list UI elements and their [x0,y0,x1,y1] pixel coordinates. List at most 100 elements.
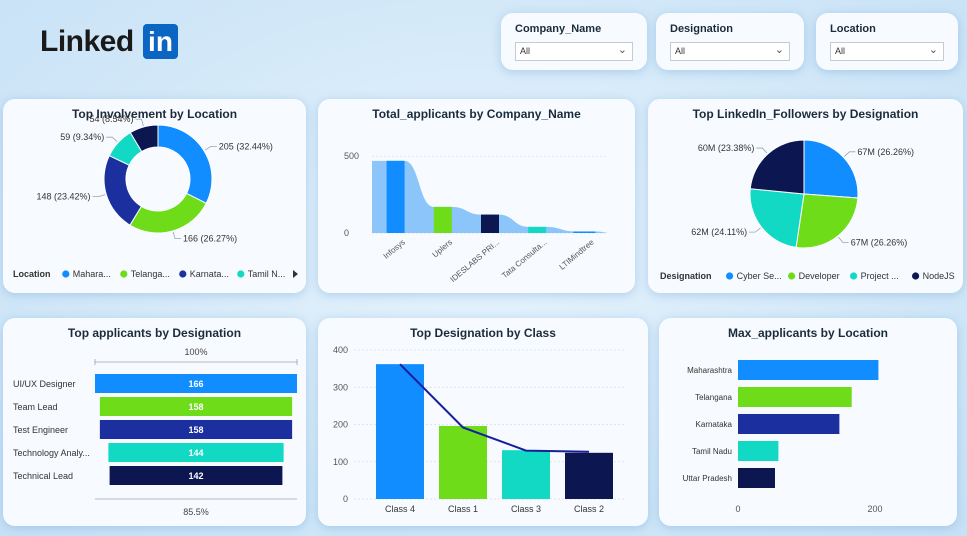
bar [738,414,840,434]
funnel-bottom-label: 85.5% [183,507,209,517]
legend-item: Tamil N... [248,269,286,279]
bar [738,360,879,380]
category-label: Maharashtra [687,366,732,375]
card-followers-by-designation: Top LinkedIn_Followers by Designation 67… [648,99,963,293]
bar [738,387,852,407]
pie-slice [129,192,207,234]
bar [573,231,596,233]
legend-marker [912,272,920,280]
company-name-dropdown[interactable]: All ⌄ [515,42,633,61]
x-tick-label: Class 1 [448,504,478,514]
funnel-top-label: 100% [184,347,207,357]
leader-line [749,227,761,233]
location-hbar-chart: Maharashtra Telangana Karnataka Tamil Nadu U… [683,360,883,514]
legend-marker [850,272,858,280]
data-label: 67M (26.26%) [851,237,908,247]
data-label: 166 (26.27%) [183,234,237,244]
triangle-right-icon [293,270,298,278]
data-label: 60M (23.38%) [698,143,755,153]
legend-marker [179,270,187,278]
y-tick-label: 0 [344,228,349,238]
data-label: 205 (32.44%) [219,142,273,152]
legend-item: NodeJS [923,271,955,281]
leader-line [844,151,856,157]
slicer-label: Location [830,23,876,35]
x-tick-label: 0 [735,504,740,514]
legend-marker [120,270,128,278]
category-label: Tamil Nadu [692,447,732,456]
logo-in-box: in [143,24,178,59]
category-label: Karnataka [696,420,733,429]
slicer-company-name: Company_Name All ⌄ [501,13,647,70]
chevron-down-icon: ⌄ [774,44,784,56]
legend-marker [726,272,734,280]
x-tick-label: Class 2 [574,504,604,514]
category-label: Team Lead [13,402,58,412]
designation-dropdown[interactable]: All ⌄ [670,42,790,61]
dropdown-value: All [675,46,686,56]
bar-value-label: 142 [188,471,203,481]
category-label: UI/UX Designer [13,379,76,389]
pie-slice [803,139,859,199]
legend-marker [237,270,245,278]
location-dropdown[interactable]: All ⌄ [830,42,944,61]
bar [376,364,424,499]
leader-line [106,136,118,143]
x-tick-label: IDESLABS PRI... [448,238,501,284]
bar-value-label: 144 [188,448,203,458]
y-tick-label: 0 [343,494,348,504]
chevron-down-icon: ⌄ [617,44,627,56]
data-label: 59 (9.34%) [60,132,104,142]
company-bar-chart: 0 500 Infosys UplersIDESLABS PRI...Tata Con… [344,151,608,284]
leader-line [135,118,144,127]
bar [439,425,487,499]
x-tick-label: Class 3 [511,504,541,514]
legend-item: Mahara... [73,269,111,279]
y-tick-label: 300 [333,382,348,392]
category-label: Technical Lead [13,471,73,481]
category-label: Test Engineer [13,425,68,435]
slicer-location: Location All ⌄ [816,13,958,70]
x-tick-label: Uplers [431,238,454,260]
leader-line [204,146,217,151]
card-max-applicants-by-location: Max_applicants by Location Maharashtra Te… [659,318,957,526]
bar [481,214,499,233]
card-designation-by-class: Top Designation by Class 0 100 200 300 400 Cl… [318,318,648,526]
x-tick-label: Infosys [382,238,407,261]
y-tick-label: 500 [344,151,359,161]
card-applicants-by-company: Total_applicants by Company_Name 0 500 Inf… [318,99,635,293]
category-label: Uttar Pradesh [683,474,732,483]
chevron-down-icon: ⌄ [928,44,938,56]
bar-value-label: 158 [188,425,203,435]
leader-line [838,236,849,243]
legend-item: Karnata... [190,269,229,279]
category-label: Technology Analy... [13,448,90,458]
pie-slice [749,188,805,248]
data-label: 54 (8.54%) [90,114,134,124]
leader-line [92,194,106,198]
data-label: 62M (24.11%) [691,227,747,237]
legend-title: Location [13,269,51,279]
dropdown-value: All [835,46,846,56]
slicer-designation: Designation All ⌄ [656,13,804,70]
legend-marker [788,272,796,280]
slicer-label: Company_Name [515,23,602,35]
slicer-label: Designation [670,23,733,35]
leader-line [756,147,768,154]
y-tick-label: 100 [333,457,348,467]
y-tick-label: 400 [333,345,348,355]
legend-item: Developer [799,271,840,281]
bar [528,226,547,233]
pie-slice [795,193,859,249]
x-tick-label: LTIMindtree [558,237,596,271]
data-label: 148 (23.42%) [37,192,91,202]
x-tick-label: Class 4 [385,504,415,514]
data-label: 67M (26.26%) [857,147,914,157]
bar [738,441,779,461]
y-tick-label: 200 [333,420,348,430]
trend-line [399,363,590,453]
class-combo-chart: 0 100 200 300 400 Class 4 Class 1 Class 3 Class … [333,345,626,514]
category-label: Telangana [695,393,732,402]
x-tick-label: Tata Consulta... [500,238,548,281]
legend-marker [62,270,70,278]
